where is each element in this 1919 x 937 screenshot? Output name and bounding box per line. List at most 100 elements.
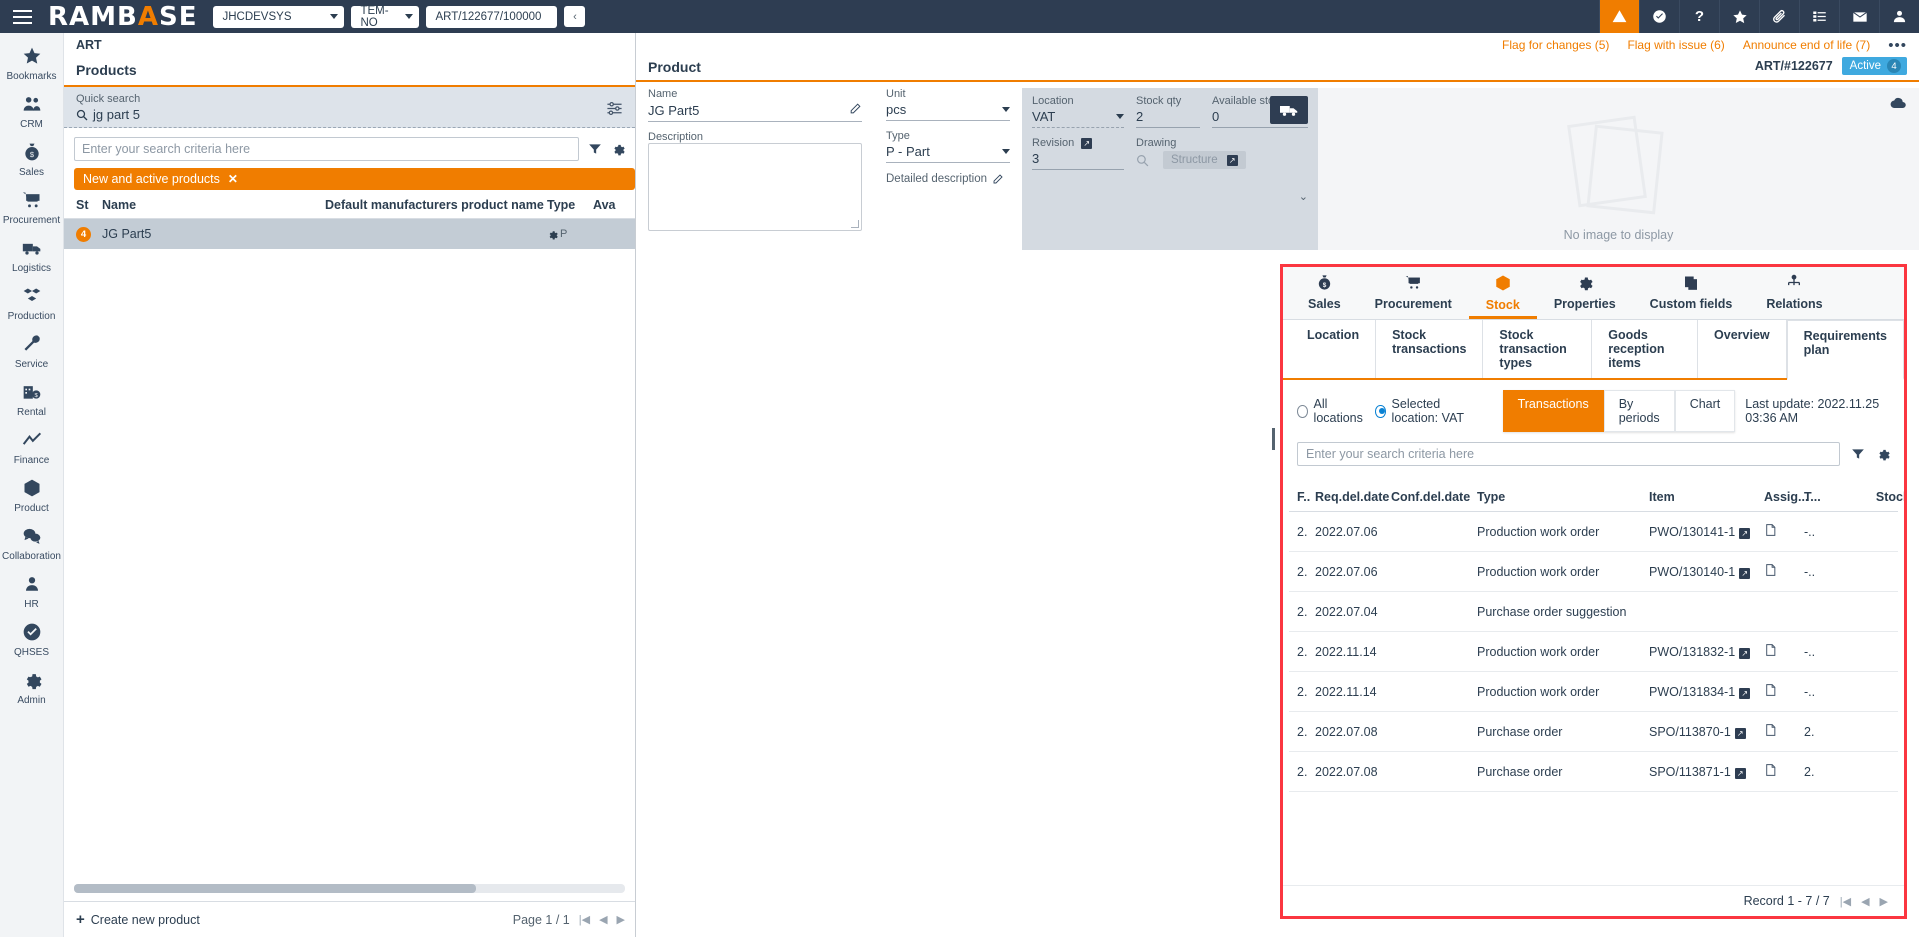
- cell-item[interactable]: SPO/113870-1↗: [1649, 725, 1764, 739]
- gear-icon[interactable]: [1876, 447, 1890, 461]
- subtab-goods-reception-items[interactable]: Goods reception items: [1592, 320, 1698, 378]
- next-page-icon[interactable]: ▶: [1880, 895, 1888, 908]
- filter-icon[interactable]: [588, 142, 602, 156]
- grid-search-input[interactable]: Enter your search criteria here: [1297, 442, 1840, 466]
- sidebar-item-hr[interactable]: HR: [0, 567, 64, 615]
- tab-sales[interactable]: $ Sales: [1291, 267, 1358, 319]
- tab-procurement[interactable]: Procurement: [1358, 267, 1469, 319]
- detailed-description-link[interactable]: Detailed description: [886, 173, 1010, 185]
- flag-for-changes-action[interactable]: Flag for changes (5): [1502, 38, 1609, 52]
- sidebar-item-product[interactable]: Product: [0, 471, 64, 519]
- external-link-icon[interactable]: ↗: [1739, 648, 1750, 659]
- expand-chevron-icon[interactable]: ⌄: [1032, 172, 1308, 203]
- sidebar-item-procurement[interactable]: Procurement: [0, 183, 64, 231]
- attachment-icon[interactable]: [1759, 0, 1799, 33]
- prev-page-icon[interactable]: ◀: [1861, 895, 1869, 908]
- subtab-requirements-plan[interactable]: Requirements plan: [1787, 320, 1904, 380]
- column-header-assig[interactable]: Assig...: [1764, 490, 1804, 504]
- cell-item[interactable]: PWO/130140-1↗: [1649, 565, 1764, 579]
- document-icon[interactable]: [1764, 646, 1777, 660]
- external-link-icon[interactable]: ↗: [1735, 768, 1746, 779]
- radio-all-locations[interactable]: All locations: [1297, 397, 1365, 425]
- external-link-icon[interactable]: ↗: [1739, 568, 1750, 579]
- table-row[interactable]: 2.2022.07.06Production work orderPWO/130…: [1289, 552, 1898, 592]
- name-input[interactable]: JG Part5: [648, 100, 862, 122]
- mail-icon[interactable]: [1839, 0, 1879, 33]
- external-link-icon[interactable]: ↗: [1739, 688, 1750, 699]
- subtab-stock-transactions[interactable]: Stock transactions: [1376, 320, 1483, 378]
- resize-grip-icon[interactable]: [851, 220, 859, 228]
- structure-button[interactable]: Structure ↗: [1163, 151, 1246, 169]
- segment-by-periods[interactable]: By periods: [1604, 390, 1675, 432]
- sidebar-item-qhses[interactable]: QHSES: [0, 615, 64, 663]
- tab-relations[interactable]: Relations: [1749, 267, 1839, 319]
- more-actions-icon[interactable]: •••: [1888, 37, 1907, 54]
- document-icon[interactable]: [1764, 526, 1777, 540]
- column-header-conf-del-date[interactable]: Conf.del.date: [1391, 490, 1477, 504]
- gear-icon[interactable]: [611, 142, 625, 156]
- table-row[interactable]: 2.2022.11.14Production work orderPWO/131…: [1289, 672, 1898, 712]
- column-header-t[interactable]: T...: [1804, 490, 1852, 504]
- horizontal-scrollbar[interactable]: [64, 884, 635, 893]
- sidebar-item-crm[interactable]: CRM: [0, 87, 64, 135]
- external-link-icon[interactable]: ↗: [1081, 138, 1092, 149]
- sidebar-item-finance[interactable]: Finance: [0, 423, 64, 471]
- sidebar-item-logistics[interactable]: Logistics: [0, 231, 64, 279]
- column-header-type[interactable]: Type: [1477, 490, 1649, 504]
- document-id-input[interactable]: ART/122677/100000: [426, 6, 557, 28]
- truck-icon[interactable]: [1270, 96, 1308, 124]
- location-select[interactable]: VAT: [1032, 107, 1124, 128]
- scrollbar-thumb[interactable]: [74, 884, 476, 893]
- table-row[interactable]: 2.2022.07.08Purchase orderSPO/113871-1↗2…: [1289, 752, 1898, 792]
- description-textarea[interactable]: [648, 143, 862, 231]
- create-new-product-button[interactable]: + Create new product: [76, 911, 200, 928]
- filter-chip-new-and-active-products[interactable]: New and active products ✕: [74, 168, 635, 190]
- filter-icon[interactable]: [1851, 447, 1865, 461]
- sidebar-item-service[interactable]: Service: [0, 327, 64, 375]
- radio-selected-location[interactable]: Selected location: VAT: [1375, 397, 1484, 425]
- external-link-icon[interactable]: ↗: [1739, 528, 1750, 539]
- flag-with-issue-action[interactable]: Flag with issue (6): [1627, 38, 1724, 52]
- collapse-button[interactable]: ‹: [564, 6, 585, 27]
- panel-resize-handle[interactable]: [1272, 428, 1275, 450]
- check-badge-icon[interactable]: [1639, 0, 1679, 33]
- subtab-location[interactable]: Location: [1291, 320, 1376, 378]
- document-icon[interactable]: [1764, 686, 1777, 700]
- table-row[interactable]: 4 JG Part5 P: [64, 219, 635, 249]
- document-icon[interactable]: [1764, 726, 1777, 740]
- filter-settings-icon[interactable]: [606, 100, 623, 122]
- cell-item[interactable]: PWO/131832-1↗: [1649, 645, 1764, 659]
- cell-item[interactable]: PWO/130141-1↗: [1649, 525, 1764, 539]
- subtab-overview[interactable]: Overview: [1698, 320, 1787, 378]
- table-row[interactable]: 2.2022.07.08Purchase orderSPO/113870-1↗2…: [1289, 712, 1898, 752]
- user-icon[interactable]: [1879, 0, 1919, 33]
- sidebar-item-sales[interactable]: $ Sales: [0, 135, 64, 183]
- unit-select[interactable]: pcs: [886, 100, 1010, 121]
- column-header-item[interactable]: Item: [1649, 490, 1764, 504]
- next-page-icon[interactable]: ▶: [617, 913, 625, 926]
- menu-icon[interactable]: [0, 0, 44, 33]
- help-icon[interactable]: ?: [1679, 0, 1719, 33]
- external-link-icon[interactable]: ↗: [1735, 728, 1746, 739]
- segment-transactions[interactable]: Transactions: [1503, 390, 1604, 432]
- tab-properties[interactable]: Properties: [1537, 267, 1633, 319]
- type-select[interactable]: P - Part: [886, 142, 1010, 163]
- context-selector[interactable]: TEM-NO: [351, 6, 419, 28]
- tab-stock[interactable]: Stock: [1469, 267, 1537, 319]
- sidebar-item-production[interactable]: Production: [0, 279, 64, 327]
- sidebar-item-rental[interactable]: $ Rental: [0, 375, 64, 423]
- favorites-icon[interactable]: [1719, 0, 1759, 33]
- document-icon[interactable]: [1764, 566, 1777, 580]
- first-page-icon[interactable]: |◀: [579, 913, 590, 926]
- first-page-icon[interactable]: |◀: [1840, 895, 1851, 908]
- sidebar-item-bookmarks[interactable]: Bookmarks: [0, 39, 64, 87]
- cell-item[interactable]: SPO/113871-1↗: [1649, 765, 1764, 779]
- edit-icon[interactable]: [849, 102, 862, 118]
- document-icon[interactable]: [1764, 766, 1777, 780]
- column-header-req-del-date[interactable]: Req.del.date: [1315, 490, 1391, 504]
- table-row[interactable]: 2.2022.11.14Production work orderPWO/131…: [1289, 632, 1898, 672]
- column-header-stock-quantity[interactable]: Stock quantity: [1852, 490, 1904, 504]
- close-icon[interactable]: ✕: [228, 172, 238, 186]
- tab-custom-fields[interactable]: Custom fields: [1633, 267, 1750, 319]
- sidebar-item-collaboration[interactable]: Collaboration: [0, 519, 64, 567]
